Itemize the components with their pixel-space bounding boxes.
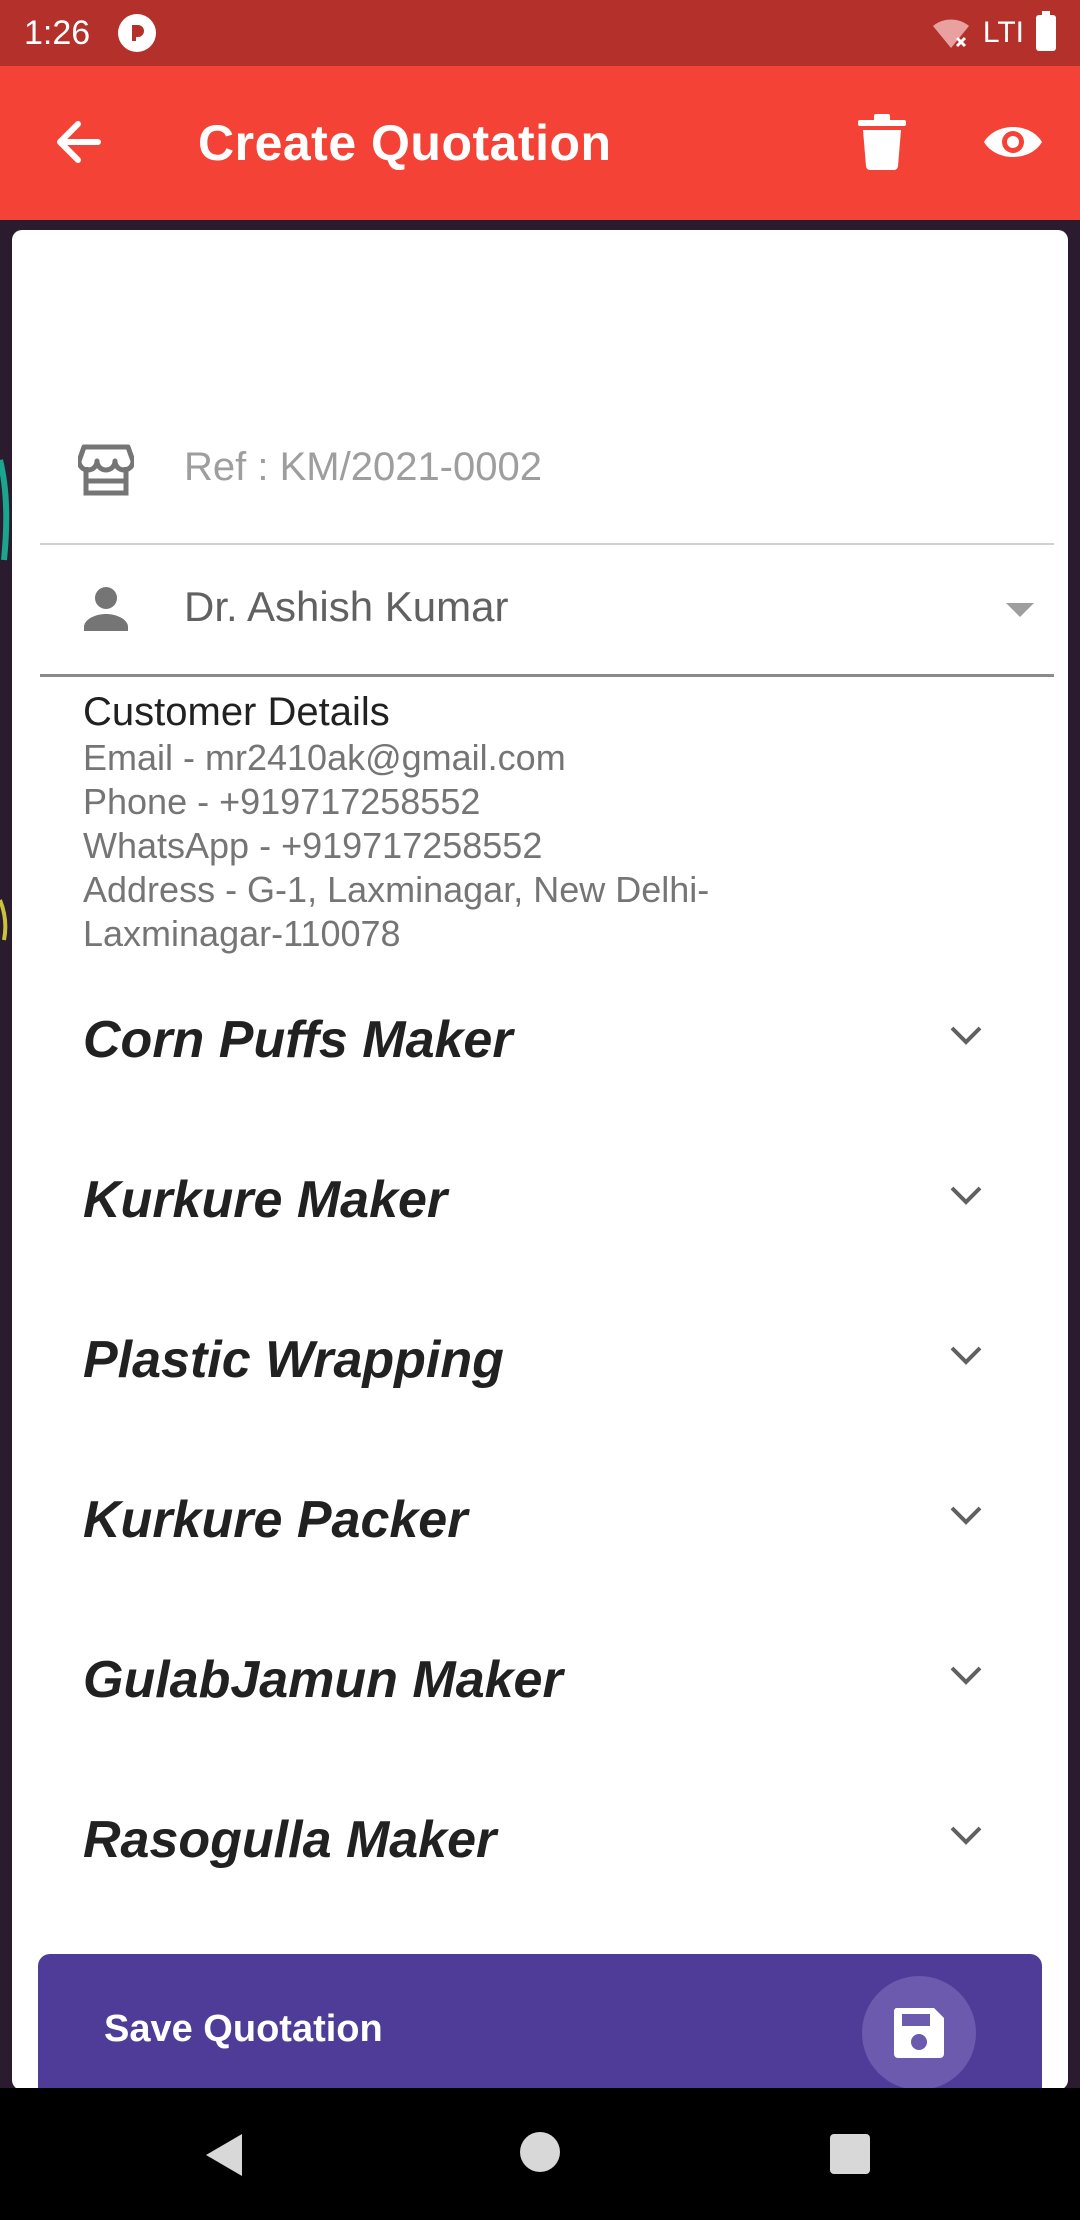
product-name: Kurkure Maker xyxy=(83,1171,448,1229)
store-icon xyxy=(78,444,134,496)
chevron-down-icon[interactable] xyxy=(948,1024,984,1048)
product-item[interactable]: Kurkure Maker xyxy=(12,1120,1068,1280)
customer-address-line2: Laxminagar-110078 xyxy=(83,913,401,954)
product-name: Corn Puffs Maker xyxy=(83,1011,513,1069)
battery-icon xyxy=(1036,11,1056,51)
ref-field[interactable]: Ref : KM/2021-0002 xyxy=(40,395,1054,545)
dropdown-arrow-icon[interactable] xyxy=(1006,603,1034,617)
product-item[interactable]: GulabJamun Maker xyxy=(12,1600,1068,1760)
person-icon xyxy=(84,587,128,631)
back-arrow-icon[interactable] xyxy=(52,116,104,168)
customer-name: Dr. Ashish Kumar xyxy=(184,583,509,630)
save-icon-button[interactable] xyxy=(862,1976,976,2090)
product-name: Kurkure Packer xyxy=(83,1491,468,1549)
product-name: Rasogulla Maker xyxy=(83,1811,497,1869)
chevron-down-icon[interactable] xyxy=(948,1824,984,1848)
chevron-down-icon[interactable] xyxy=(948,1664,984,1688)
floppy-disk-icon xyxy=(893,2008,944,2058)
status-time: 1:26 xyxy=(24,13,91,52)
customer-email: Email - mr2410ak@gmail.com xyxy=(83,737,566,778)
product-item[interactable]: Corn Puffs Maker xyxy=(12,960,1068,1120)
chevron-down-icon[interactable] xyxy=(948,1184,984,1208)
nav-back-icon[interactable] xyxy=(204,2132,244,2178)
customer-details: Customer Details Email - mr2410ak@gmail.… xyxy=(83,688,1023,956)
product-name: GulabJamun Maker xyxy=(83,1651,563,1709)
customer-address: Address - G-1, Laxminagar, New Delhi- xyxy=(83,869,710,910)
wifi-icon xyxy=(932,19,969,48)
background-decoration xyxy=(0,459,10,941)
nav-home-icon[interactable] xyxy=(520,2132,560,2172)
product-item[interactable]: Kurkure Packer xyxy=(12,1440,1068,1600)
customer-phone: Phone - +919717258552 xyxy=(83,781,481,822)
status-bar: 1:26 LTI xyxy=(0,0,1080,66)
product-item[interactable]: Plastic Wrapping xyxy=(12,1280,1068,1440)
delete-icon[interactable] xyxy=(858,114,906,170)
customer-details-title: Customer Details xyxy=(83,690,390,734)
product-item[interactable]: Rasogulla Maker xyxy=(12,1760,1068,1920)
system-nav-bar xyxy=(0,2088,1080,2220)
chevron-down-icon[interactable] xyxy=(948,1504,984,1528)
chevron-down-icon[interactable] xyxy=(948,1344,984,1368)
product-list: Corn Puffs Maker Kurkure Maker Plastic W… xyxy=(12,960,1068,1920)
nav-recents-icon[interactable] xyxy=(830,2134,870,2174)
network-label: LTI xyxy=(982,16,1024,49)
ref-number: Ref : KM/2021-0002 xyxy=(184,445,542,489)
app-bar: Create Quotation xyxy=(0,66,1080,220)
quotation-form-card: Ref : KM/2021-0002 Dr. Ashish Kumar Cust… xyxy=(12,230,1068,2090)
page-title: Create Quotation xyxy=(198,115,612,171)
save-label: Save Quotation xyxy=(104,2008,383,2050)
eye-icon[interactable] xyxy=(982,120,1044,164)
notification-app-icon xyxy=(118,14,157,52)
customer-select[interactable]: Dr. Ashish Kumar xyxy=(40,545,1054,677)
product-name: Plastic Wrapping xyxy=(83,1331,504,1389)
customer-whatsapp: WhatsApp - +919717258552 xyxy=(83,825,543,866)
